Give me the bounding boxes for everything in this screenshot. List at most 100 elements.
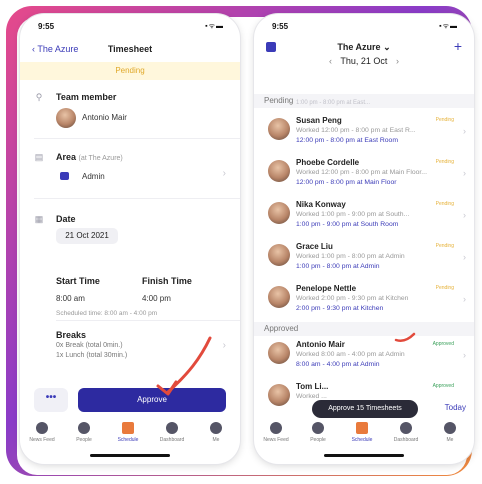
tab-label: Dashboard [159, 437, 185, 443]
list-item[interactable]: Grace Liu Worked 1:00 pm - 8:00 pm at Ad… [254, 240, 474, 282]
timesheet-phone: 9:55 ▪ᯤ▬ ‹ The Azure Timesheet Pending ⚲… [20, 14, 240, 464]
status-badge: Pending [435, 243, 454, 249]
avatar [268, 384, 290, 406]
row-name: Nika Konway [296, 200, 346, 209]
person-icon: ⚲ [35, 92, 43, 102]
status-bar: 9:55 ▪ᯤ▬ [254, 22, 474, 36]
dashboard-icon [166, 422, 178, 434]
breaks-label: Breaks [56, 330, 87, 340]
approve-timesheets-button[interactable]: Approve 15 Timesheets [312, 400, 418, 418]
team-member-name[interactable]: Antonio Mair [82, 113, 127, 122]
area-value[interactable]: Admin [82, 172, 105, 181]
me-icon [210, 422, 222, 434]
tab-bar: News Feed People Schedule Dashboard Me [254, 418, 474, 458]
row-scheduled: 8:00 am - 4:00 pm at Admin [296, 361, 380, 368]
status-badge: Approved [432, 383, 454, 389]
divider [56, 320, 240, 321]
date-field[interactable]: 21 Oct 2021 [56, 228, 118, 244]
finish-time-value[interactable]: 4:00 pm [142, 294, 171, 303]
tab-schedule[interactable]: Schedule [108, 422, 148, 443]
start-time-value[interactable]: 8:00 am [56, 294, 85, 303]
break-line: 0x Break (total 0min.) [56, 342, 123, 349]
row-worked: Worked 1:00 pm - 8:00 pm at Admin [296, 253, 405, 260]
area-icon: ▤ [34, 152, 44, 162]
tab-news-feed[interactable]: News Feed [22, 422, 62, 443]
row-worked: Worked 1:00 pm - 9:00 pm at South... [296, 211, 410, 218]
home-indicator [90, 454, 170, 457]
tab-bar: News Feed People Schedule Dashboard Me [20, 418, 240, 458]
current-date[interactable]: Thu, 21 Oct [340, 56, 387, 66]
divider [34, 198, 240, 199]
tab-people[interactable]: People [298, 422, 338, 443]
tab-news-feed[interactable]: News Feed [256, 422, 296, 443]
date-label: Date [56, 214, 76, 224]
area-sublabel: (at The Azure) [78, 155, 123, 162]
tab-me[interactable]: Me [196, 422, 236, 443]
status-time: 9:55 [272, 22, 289, 31]
area-label-text: Area [56, 152, 77, 162]
tab-label: People [310, 437, 326, 443]
news-feed-icon [36, 422, 48, 434]
chevron-right-icon: › [463, 126, 466, 136]
status-badge: Approved [432, 341, 454, 347]
start-time-label: Start Time [56, 276, 100, 286]
status-icons: ▪ᯤ▬ [205, 23, 224, 30]
prev-day-button[interactable]: ‹ [329, 56, 332, 66]
next-day-button[interactable]: › [396, 56, 399, 66]
list-item[interactable]: Nika Konway Worked 1:00 pm - 9:00 pm at … [254, 198, 474, 240]
row-scheduled: 12:00 pm - 8:00 pm at Main Floor [296, 179, 397, 186]
page-title: Timesheet [107, 44, 153, 54]
list-item[interactable]: Phoebe Cordelle Worked 12:00 pm - 8:00 p… [254, 156, 474, 198]
row-scheduled: 1:00 pm - 8:00 pm at Admin [296, 263, 380, 270]
tab-dashboard[interactable]: Dashboard [386, 422, 426, 443]
status-time: 9:55 [38, 22, 55, 31]
tab-dashboard[interactable]: Dashboard [152, 422, 192, 443]
finish-time-label: Finish Time [142, 276, 192, 286]
tab-me[interactable]: Me [430, 422, 470, 443]
avatar [268, 342, 290, 364]
me-icon [444, 422, 456, 434]
navigation-bar: ‹ The Azure Timesheet [20, 40, 240, 62]
status-bar: 9:55 ▪ᯤ▬ [20, 22, 240, 36]
area-label: Area (at The Azure) [56, 152, 123, 162]
chevron-right-icon: › [463, 350, 466, 360]
dashboard-icon [400, 422, 412, 434]
tab-label: Schedule [351, 437, 373, 443]
avatar [268, 160, 290, 182]
status-banner: Pending [20, 62, 240, 80]
status-badge: Pending [435, 285, 454, 291]
tab-people[interactable]: People [64, 422, 104, 443]
status-badge: Pending [435, 201, 454, 207]
avatar [268, 244, 290, 266]
partial-row-text: 1:00 pm - 8:00 pm at East... [296, 100, 371, 106]
more-button[interactable]: ••• [34, 388, 68, 412]
chevron-right-icon: › [222, 168, 226, 179]
chevron-right-icon: › [463, 294, 466, 304]
news-feed-icon [270, 422, 282, 434]
tab-label: Schedule [117, 437, 139, 443]
row-worked: Worked 12:00 pm - 8:00 pm at East R... [296, 127, 416, 134]
row-scheduled: 2:00 pm - 9:30 pm at Kitchen [296, 305, 384, 312]
today-button[interactable]: Today [445, 403, 466, 412]
location-selector[interactable]: The Azure ⌄ [254, 42, 474, 53]
tab-label: Me [212, 437, 220, 443]
tab-label: News Feed [29, 437, 55, 443]
schedule-phone: 9:55 ▪ᯤ▬ The Azure ⌄ + ‹ Thu, 21 Oct › P… [254, 14, 474, 464]
red-arrow-annotation [156, 336, 212, 396]
area-color-icon [60, 172, 69, 180]
list-item[interactable]: Penelope Nettle Worked 2:00 pm - 9:30 pm… [254, 282, 474, 324]
chevron-right-icon: › [222, 340, 226, 351]
status-icons: ▪ᯤ▬ [439, 23, 458, 30]
list-item[interactable]: Antonio Mair Worked 8:00 am - 4:00 pm at… [254, 338, 474, 380]
tab-label: Me [446, 437, 454, 443]
row-scheduled: 1:00 pm - 9:00 pm at South Room [296, 221, 399, 228]
plus-icon[interactable]: + [454, 38, 462, 54]
avatar [56, 108, 76, 128]
tab-label: Dashboard [393, 437, 419, 443]
chevron-right-icon: › [463, 168, 466, 178]
row-name: Antonio Mair [296, 340, 345, 349]
avatar [268, 118, 290, 140]
calendar-icon: ▦ [34, 214, 44, 224]
list-item[interactable]: Susan Peng Worked 12:00 pm - 8:00 pm at … [254, 114, 474, 156]
tab-schedule[interactable]: Schedule [342, 422, 382, 443]
